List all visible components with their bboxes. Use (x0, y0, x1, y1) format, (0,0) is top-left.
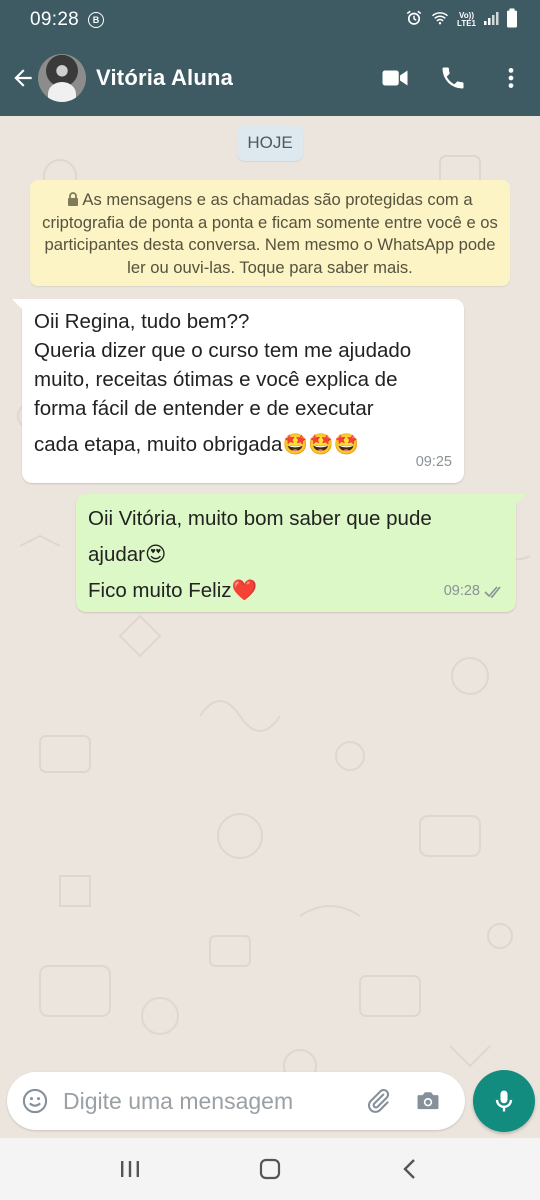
back-arrow-icon (14, 69, 32, 87)
message-meta: 09:28 (444, 577, 504, 606)
message-line: ajudar😍 (88, 543, 167, 566)
recent-apps-button[interactable] (100, 1144, 160, 1194)
emoji-icon (22, 1088, 48, 1114)
message-meta: 09:25 (416, 448, 452, 477)
alarm-icon (405, 9, 423, 32)
voice-message-button[interactable] (473, 1070, 535, 1132)
status-icons: Vo)) LTE1 (405, 8, 518, 33)
message-time: 09:25 (415, 454, 452, 470)
paperclip-icon (368, 1088, 390, 1113)
encryption-notice-text: As mensagens e as chamadas são protegida… (42, 190, 498, 277)
more-options-button[interactable] (482, 54, 540, 102)
lock-icon (68, 192, 79, 206)
header-actions (366, 54, 540, 102)
home-icon (259, 1158, 281, 1180)
wifi-icon (430, 9, 450, 32)
double-check-icon (484, 585, 501, 598)
chevron-left-icon (403, 1159, 415, 1179)
network-type: Vo)) LTE1 (457, 12, 476, 28)
message-line: forma fácil de entender e de executar (34, 397, 374, 420)
chat-header: Vitória Aluna (0, 40, 540, 116)
system-back-button[interactable] (380, 1144, 440, 1194)
encryption-notice[interactable]: As mensagens e as chamadas são protegida… (30, 180, 510, 286)
more-vert-icon (508, 68, 514, 88)
message-line: Oii Vitória, muito bom saber que pude (88, 507, 432, 530)
phone-icon (442, 67, 464, 89)
home-button[interactable] (240, 1144, 300, 1194)
message-composer (7, 1072, 465, 1130)
incoming-message[interactable]: Oii Regina, tudo bem?? Queria dizer que … (12, 299, 464, 483)
message-input[interactable] (63, 1081, 343, 1121)
emoji-button[interactable] (7, 1072, 63, 1130)
message-line: Queria dizer que o curso tem me ajudado (34, 339, 412, 362)
lte-label: LTE1 (457, 19, 476, 28)
date-chip: HOJE (237, 125, 303, 161)
chat-area[interactable]: HOJE As mensagens e as chamadas são prot… (0, 116, 540, 1136)
message-line: muito, receitas ótimas e você explica de (34, 368, 398, 391)
recent-apps-icon (121, 1161, 139, 1177)
back-button[interactable] (8, 58, 38, 98)
signal-icon (483, 10, 499, 31)
outgoing-message[interactable]: Oii Vitória, muito bom saber que pude aj… (76, 494, 526, 612)
contact-name[interactable]: Vitória Aluna (96, 65, 233, 91)
camera-button[interactable] (403, 1072, 453, 1130)
message-line: cada etapa, muito obrigada🤩🤩🤩 (34, 433, 360, 456)
voice-call-button[interactable] (424, 54, 482, 102)
attach-button[interactable] (353, 1072, 403, 1130)
microphone-icon (495, 1090, 513, 1112)
message-time: 09:28 (443, 583, 480, 599)
status-bar: 09:28 B Vo)) LTE1 (0, 0, 540, 40)
contact-avatar[interactable] (38, 54, 86, 102)
battery-icon (506, 8, 518, 33)
status-time: 09:28 (30, 9, 80, 30)
message-line: Fico muito Feliz❤️ (88, 579, 258, 602)
camera-icon (417, 1092, 439, 1110)
message-line: Oii Regina, tudo bem?? (34, 310, 250, 333)
video-call-icon (382, 70, 408, 86)
system-nav-bar (0, 1138, 540, 1200)
video-call-button[interactable] (366, 54, 424, 102)
b-badge-icon: B (88, 12, 105, 28)
